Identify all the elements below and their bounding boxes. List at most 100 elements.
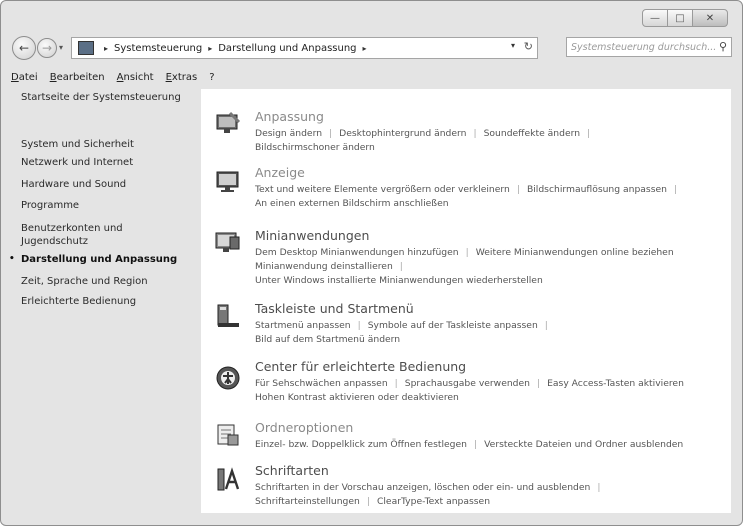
forward-button[interactable]: → [37,38,57,58]
link-text-size[interactable]: Text und weitere Elemente vergrößern ode… [255,184,510,195]
link-row: Einzel- bzw. Doppelklick zum Öffnen fest… [255,438,683,452]
back-button[interactable]: ← [12,36,36,60]
title-bar: — □ ✕ [1,1,742,31]
category-title[interactable]: Anpassung [255,109,324,124]
link-restore-gadgets[interactable]: Unter Windows installierte Minianwendung… [255,275,543,286]
sidebar-item-programs[interactable]: Programme [21,199,191,212]
active-bullet-icon: • [9,254,15,264]
search-input[interactable]: Systemsteuerung durchsuch... ⚲ [566,37,732,57]
link-preview-fonts[interactable]: Schriftarten in der Vorschau anzeigen, l… [255,482,590,493]
menu-extras[interactable]: Extras [166,72,198,83]
link-row: Startmenü anpassen | Symbole auf der Taskl… [255,319,555,333]
minimize-button[interactable]: — [642,9,668,27]
breadcrumb-darstellung[interactable]: Darstellung und Anpassung [218,43,356,54]
gadgets-icon[interactable] [215,230,241,256]
sidebar-item-network[interactable]: Netzwerk und Internet [21,156,191,169]
folder-options-icon[interactable] [215,422,241,448]
ease-of-access-icon[interactable] [215,365,241,391]
category-title[interactable]: Taskleiste und Startmenü [255,301,414,316]
link-row: Minianwendung deinstallieren | [255,260,674,274]
fonts-icon[interactable] [215,467,241,493]
link-separator: | [399,261,403,272]
link-high-contrast[interactable]: Hohen Kontrast aktivieren oder deaktivie… [255,392,459,403]
search-icon[interactable]: ⚲ [719,40,727,53]
link-uninstall-gadget[interactable]: Minianwendung deinstallieren [255,261,393,272]
link-row: Hohen Kontrast aktivieren oder deaktivie… [255,391,684,405]
refresh-icon[interactable]: ↻ [524,40,533,53]
sidebar-item-appearance[interactable]: • Darstellung und Anpassung [9,253,191,266]
link-row: Schriftarteinstellungen | ClearType-Text a… [255,495,607,509]
maximize-button[interactable]: □ [667,9,693,27]
category-title[interactable]: Anzeige [255,165,305,180]
personalization-icon[interactable] [215,111,241,137]
address-dropdown-icon[interactable]: ▾ [511,41,515,50]
sidebar-item-hardware[interactable]: Hardware und Sound [21,178,191,191]
menu-help[interactable]: ? [209,72,214,83]
category-links: Design ändern | Desktophintergrund ändern |… [255,127,597,155]
link-vision[interactable]: Für Sehschwächen anpassen [255,378,388,389]
link-easy-access-keys[interactable]: Easy Access-Tasten aktivieren [547,378,684,389]
link-external-display[interactable]: An einen externen Bildschirm anschließen [255,198,449,209]
link-row: Schriftarten in der Vorschau anzeigen, l… [255,481,607,495]
category-links: Schriftarten in der Vorschau anzeigen, l… [255,481,607,509]
breadcrumb-systemsteuerung[interactable]: Systemsteuerung [114,43,202,54]
window-controls: — □ ✕ [642,9,728,27]
link-customize-start[interactable]: Startmenü anpassen [255,320,351,331]
link-taskbar-icons[interactable]: Symbole auf der Taskleiste anpassen [368,320,538,331]
link-separator: | [394,378,398,389]
category-title[interactable]: Center für erleichterte Bedienung [255,359,466,374]
main-panel: Anpassung Design ändern | Desktophintergru… [201,89,731,513]
link-gadgets-online[interactable]: Weitere Minianwendungen online beziehen [476,247,674,258]
menu-datei[interactable]: Datei [11,72,38,83]
breadcrumb-separator-icon[interactable]: ▸ [104,44,108,53]
navigation-bar: ← → ▾ ▸ Systemsteuerung ▸ Darstellung un… [1,35,742,63]
forward-arrow-icon: → [41,41,53,55]
link-screensaver[interactable]: Bildschirmschoner ändern [255,142,375,153]
link-row: Bildschirmschoner ändern [255,141,597,155]
link-row: Text und weitere Elemente vergrößern ode… [255,183,684,197]
link-resolution[interactable]: Bildschirmauflösung anpassen [527,184,667,195]
sidebar-item-home[interactable]: Startseite der Systemsteuerung [21,91,191,104]
category-links: Dem Desktop Minianwendungen hinzufügen | W… [255,246,674,288]
sidebar-item-user-accounts[interactable]: Benutzerkonten und Jugendschutz [21,222,191,248]
category-title[interactable]: Schriftarten [255,463,329,478]
link-click-settings[interactable]: Einzel- bzw. Doppelklick zum Öffnen fest… [255,439,467,450]
link-background[interactable]: Desktophintergrund ändern [339,128,466,139]
sidebar-item-region[interactable]: Zeit, Sprache und Region [21,275,191,288]
link-separator: | [465,247,469,258]
sidebar-item-system[interactable]: System und Sicherheit [21,138,191,151]
link-start-picture[interactable]: Bild auf dem Startmenü ändern [255,334,400,345]
link-hidden-files[interactable]: Versteckte Dateien und Ordner ausblenden [484,439,683,450]
breadcrumb-separator-icon[interactable]: ▸ [363,44,367,53]
close-button[interactable]: ✕ [692,9,728,27]
control-panel-window: — □ ✕ ← → ▾ ▸ Systemsteuerung ▸ Darstell… [0,0,743,526]
address-bar[interactable]: ▸ Systemsteuerung ▸ Darstellung und Anpa… [71,37,538,59]
menu-ansicht[interactable]: Ansicht [117,72,154,83]
link-separator: | [366,496,370,507]
link-font-settings[interactable]: Schriftarteinstellungen [255,496,360,507]
link-separator: | [329,128,333,139]
control-panel-icon [78,41,94,55]
sidebar-item-ease-of-access[interactable]: Erleichterte Bedienung [21,295,191,308]
link-add-gadgets[interactable]: Dem Desktop Minianwendungen hinzufügen [255,247,459,258]
display-icon[interactable] [215,169,241,195]
taskbar-icon[interactable] [215,303,241,329]
link-design[interactable]: Design ändern [255,128,322,139]
back-arrow-icon: ← [18,41,30,55]
breadcrumb-separator-icon[interactable]: ▸ [208,44,212,53]
link-row: Unter Windows installierte Minianwendung… [255,274,674,288]
link-separator: | [587,128,591,139]
category-links: Einzel- bzw. Doppelklick zum Öffnen fest… [255,438,683,452]
link-cleartype[interactable]: ClearType-Text anpassen [377,496,490,507]
link-separator: | [673,184,678,195]
link-separator: | [516,184,520,195]
category-title[interactable]: Ordneroptionen [255,420,353,435]
menu-bearbeiten[interactable]: Bearbeiten [50,72,105,83]
link-row: Design ändern | Desktophintergrund ändern |… [255,127,597,141]
link-row: Für Sehschwächen anpassen | Sprachausgabe … [255,377,684,391]
recent-pages-button[interactable]: ▾ [59,43,63,52]
link-sound-effects[interactable]: Soundeffekte ändern [484,128,580,139]
link-row: An einen externen Bildschirm anschließen [255,197,684,211]
category-title[interactable]: Minianwendungen [255,228,369,243]
link-narrator[interactable]: Sprachausgabe verwenden [405,378,530,389]
